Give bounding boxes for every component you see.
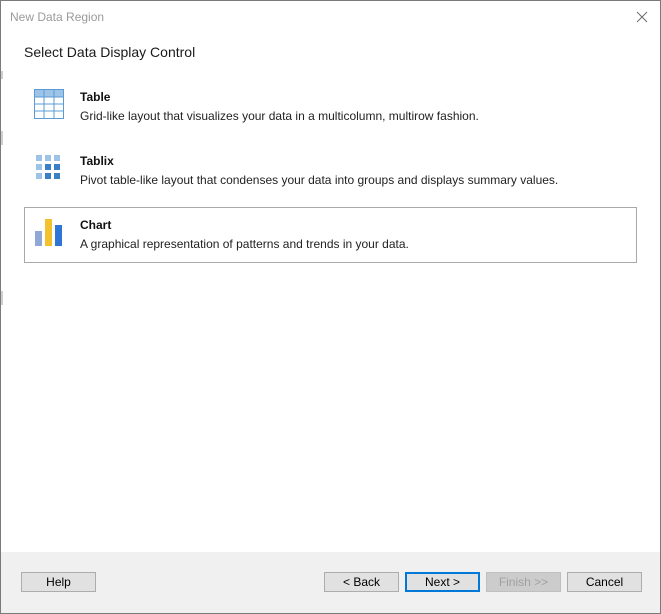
option-title: Table — [80, 90, 111, 104]
back-button[interactable]: < Back — [324, 572, 399, 592]
edge-mark — [1, 71, 3, 79]
option-tablix[interactable]: Tablix Pivot table-like layout that cond… — [24, 143, 637, 199]
option-description: A graphical representation of patterns a… — [80, 237, 409, 251]
option-title: Tablix — [80, 154, 114, 168]
window-title: New Data Region — [10, 10, 105, 24]
finish-button[interactable]: Finish >> — [486, 572, 561, 592]
button-bar: Help < Back Next > Finish >> Cancel — [1, 552, 660, 613]
next-button[interactable]: Next > — [405, 572, 480, 592]
edge-mark — [1, 291, 3, 305]
option-description: Pivot table-like layout that condenses y… — [80, 173, 559, 187]
title-bar: New Data Region — [1, 1, 660, 33]
table-icon — [34, 89, 64, 119]
tablix-icon — [36, 155, 60, 179]
help-button[interactable]: Help — [21, 572, 96, 592]
option-chart[interactable]: Chart A graphical representation of patt… — [24, 207, 637, 263]
option-title: Chart — [80, 218, 112, 232]
close-icon — [636, 11, 648, 23]
option-description: Grid-like layout that visualizes your da… — [80, 109, 479, 123]
dialog-window: New Data Region Select Data Display Cont… — [0, 0, 661, 614]
cancel-button[interactable]: Cancel — [567, 572, 642, 592]
option-table[interactable]: Table Grid-like layout that visualizes y… — [24, 79, 637, 135]
close-button[interactable] — [630, 5, 654, 29]
edge-mark — [1, 131, 3, 145]
chart-icon — [35, 219, 62, 246]
page-heading: Select Data Display Control — [24, 44, 196, 60]
